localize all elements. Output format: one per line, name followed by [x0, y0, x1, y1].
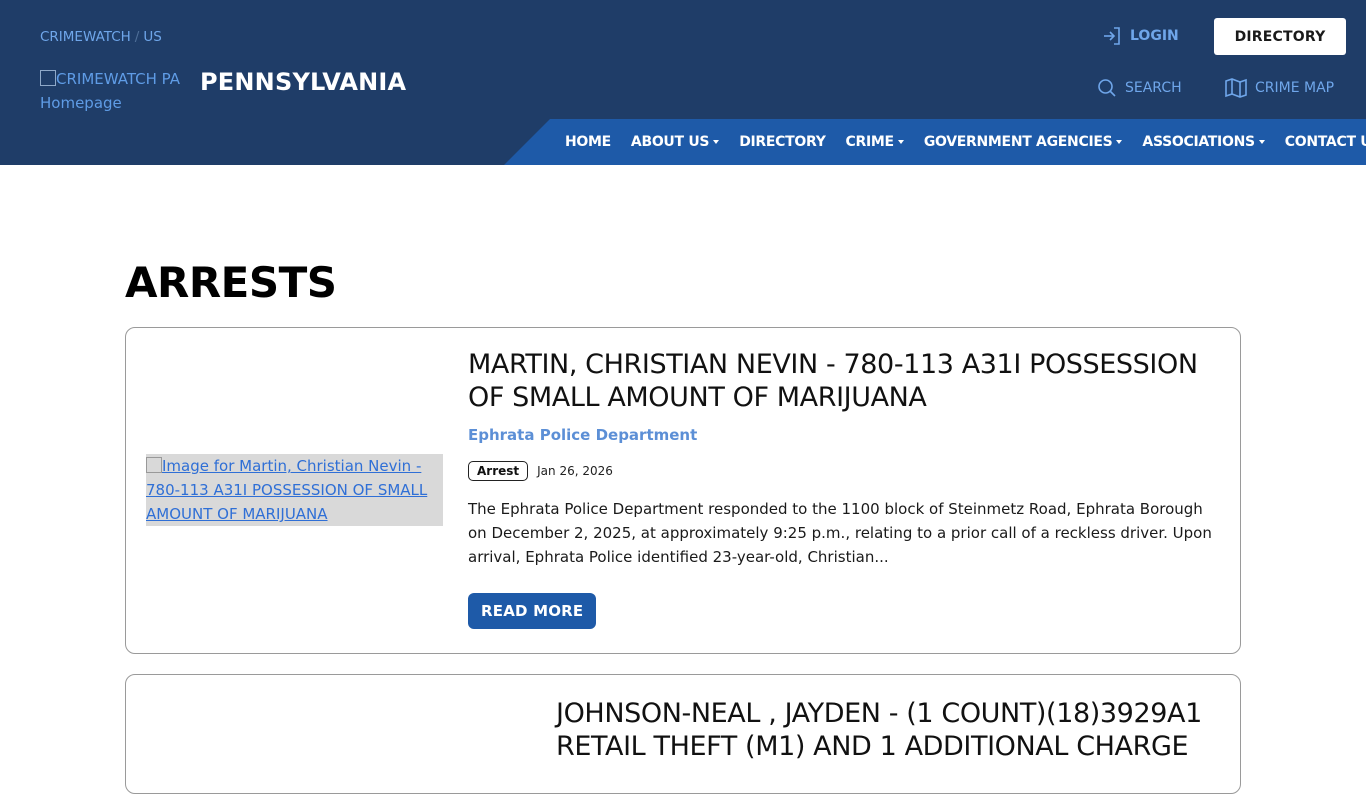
caret-down-icon: [897, 140, 904, 144]
nav-crime-label: CRIME: [845, 134, 895, 150]
post-thumbnail-link[interactable]: Image for Martin, Christian Nevin - 780-…: [146, 454, 443, 526]
directory-button[interactable]: DIRECTORY: [1214, 18, 1346, 55]
post-body: JOHNSON-NEAL , JAYDEN - (1 COUNT)(18)392…: [556, 697, 1236, 763]
crime-map-link[interactable]: CRIME MAP: [1225, 78, 1334, 98]
nav-directory[interactable]: DIRECTORY: [739, 134, 826, 150]
breadcrumb-us[interactable]: US: [143, 29, 161, 45]
nav-home[interactable]: HOME: [565, 134, 611, 150]
read-more-button[interactable]: READ MORE: [468, 593, 597, 629]
nav-contact-us[interactable]: CONTACT US: [1285, 134, 1366, 150]
caret-down-icon: [1258, 140, 1265, 144]
broken-image-icon: [40, 70, 56, 86]
post-thumbnail-alt: Image for Martin, Christian Nevin - 780-…: [146, 457, 428, 523]
post-title-link[interactable]: JOHNSON-NEAL , JAYDEN - (1 COUNT)(18)392…: [556, 698, 1202, 762]
site-logo-link[interactable]: CRIMEWATCH PA Homepage: [40, 67, 190, 115]
post-body: MARTIN, CHRISTIAN NEVIN - 780-113 A31I P…: [468, 348, 1218, 629]
nav-contact-us-label: CONTACT US: [1284, 134, 1366, 150]
post-excerpt: The Ephrata Police Department responded …: [468, 500, 1212, 566]
main-nav: HOME ABOUT US DIRECTORY CRIME GOVERNMENT…: [565, 119, 1366, 165]
post-meta: Arrest Jan 26, 2026: [468, 461, 1218, 481]
login-label: LOGIN: [1130, 28, 1179, 44]
nav-directory-label: DIRECTORY: [739, 134, 826, 150]
search-link[interactable]: SEARCH: [1097, 78, 1182, 98]
nav-associations[interactable]: ASSOCIATIONS: [1142, 134, 1265, 150]
caret-down-icon: [713, 140, 720, 144]
post-agency-link[interactable]: Ephrata Police Department: [468, 426, 1218, 444]
breadcrumb: CRIMEWATCH / US: [40, 29, 162, 45]
crime-map-label: CRIME MAP: [1255, 80, 1335, 96]
search-label: SEARCH: [1125, 80, 1182, 96]
nav-government-agencies-label: GOVERNMENT AGENCIES: [923, 134, 1113, 150]
nav-government-agencies[interactable]: GOVERNMENT AGENCIES: [924, 134, 1123, 150]
login-link[interactable]: LOGIN: [1102, 26, 1179, 46]
post-title-link[interactable]: MARTIN, CHRISTIAN NEVIN - 780-113 A31I P…: [468, 349, 1198, 413]
map-icon: [1225, 78, 1247, 98]
post-card: Image for Martin, Christian Nevin - 780-…: [125, 327, 1241, 654]
login-icon: [1104, 27, 1120, 45]
site-title: PENNSYLVANIA: [200, 68, 407, 96]
post-card: JOHNSON-NEAL , JAYDEN - (1 COUNT)(18)392…: [125, 674, 1241, 794]
breadcrumb-separator: /: [134, 29, 140, 45]
caret-down-icon: [1116, 140, 1123, 144]
nav-home-label: HOME: [565, 134, 611, 150]
nav-associations-label: ASSOCIATIONS: [1142, 134, 1255, 150]
breadcrumb-crimewatch[interactable]: CRIMEWATCH: [40, 29, 131, 45]
post-date: Jan 26, 2026: [537, 464, 613, 478]
post-tag-badge[interactable]: Arrest: [468, 461, 529, 481]
nav-crime[interactable]: CRIME: [846, 134, 904, 150]
logo-alt-text: CRIMEWATCH PA Homepage: [40, 70, 180, 112]
nav-about-us[interactable]: ABOUT US: [630, 134, 720, 150]
nav-about-us-label: ABOUT US: [630, 134, 710, 150]
broken-image-icon: [146, 457, 162, 473]
page-title: ARRESTS: [125, 258, 337, 307]
search-icon: [1098, 79, 1116, 97]
